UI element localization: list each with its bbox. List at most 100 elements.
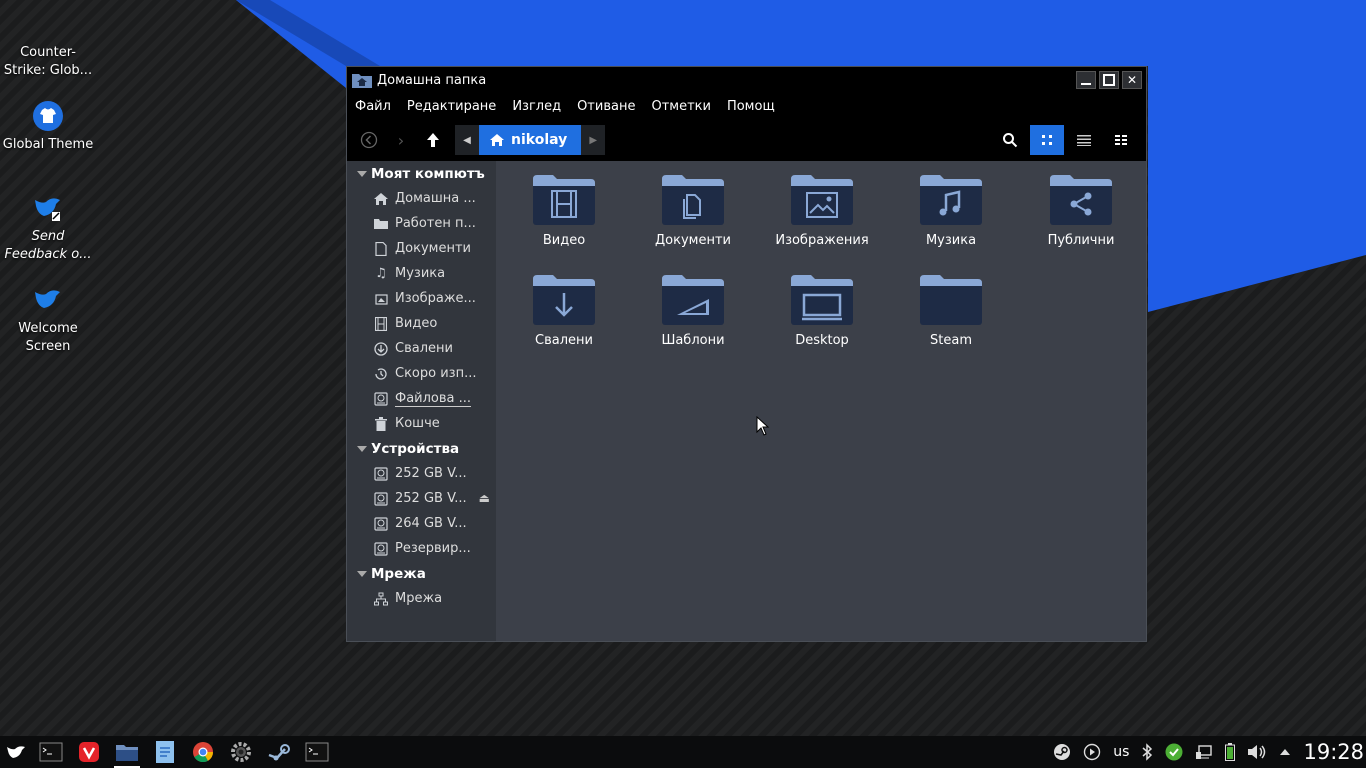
- folder-video[interactable]: Видео: [504, 173, 624, 248]
- titlebar[interactable]: Домашна папка ✕: [347, 67, 1146, 93]
- search-button[interactable]: [993, 125, 1027, 155]
- folder-public[interactable]: Публични: [1021, 173, 1141, 248]
- steam-tray-icon[interactable]: [1053, 743, 1071, 761]
- taskbar-document[interactable]: [148, 736, 182, 768]
- media-play-icon[interactable]: [1083, 743, 1101, 761]
- list-view-button[interactable]: [1067, 125, 1101, 155]
- sidebar-item-label: Работен п...: [395, 216, 476, 231]
- sidebar-item-trash[interactable]: Кошче: [347, 411, 496, 436]
- sidebar-section-my-computer[interactable]: Моят компютъ: [347, 161, 496, 186]
- minimize-button[interactable]: [1076, 71, 1096, 89]
- sidebar-item-label: 264 GB V...: [395, 516, 467, 531]
- sidebar-item-label: Резервир...: [395, 541, 471, 556]
- folder-templates[interactable]: Шаблони: [633, 273, 753, 348]
- drive-icon: [373, 541, 389, 557]
- sidebar-item-documents[interactable]: Документи: [347, 236, 496, 261]
- taskbar-steam[interactable]: [262, 736, 296, 768]
- desktop-icon-counter-strike[interactable]: Counter-Strike: Glob...: [0, 44, 96, 80]
- steam-icon: [268, 744, 290, 761]
- folder-icon: [116, 745, 138, 761]
- sidebar-item-video[interactable]: Видео: [347, 311, 496, 336]
- menu-go[interactable]: Отиване: [569, 99, 643, 114]
- file-view[interactable]: Видео Документи Изображения Музика Публи…: [496, 161, 1146, 641]
- chrome-icon: [193, 742, 214, 763]
- sidebar-item-filesystem[interactable]: Файлова ...: [347, 386, 496, 411]
- sidebar-item-label: Изображе...: [395, 291, 476, 306]
- folder-steam[interactable]: Steam: [891, 273, 1011, 348]
- desktop-icon-send-feedback[interactable]: Send Feedback o...: [0, 192, 96, 264]
- taskbar-settings[interactable]: [224, 736, 258, 768]
- desktop-icon-global-theme[interactable]: Global Theme: [0, 100, 96, 154]
- sidebar-item-volume-2[interactable]: 252 GB V... ⏏: [347, 486, 496, 511]
- folder-images[interactable]: Изображения: [762, 173, 882, 248]
- close-button[interactable]: ✕: [1122, 71, 1142, 89]
- breadcrumb-right-button[interactable]: ▶: [581, 125, 606, 155]
- list-icon: [1077, 135, 1091, 146]
- sidebar-item-volume-1[interactable]: 252 GB V...: [347, 461, 496, 486]
- folder-desktop[interactable]: Desktop: [762, 273, 882, 348]
- template-icon: [662, 275, 724, 325]
- compact-view-button[interactable]: [1104, 125, 1138, 155]
- sidebar-item-recent[interactable]: Скоро изп...: [347, 361, 496, 386]
- drive-icon: [373, 391, 389, 407]
- folder-label: Публични: [1047, 233, 1115, 248]
- drive-icon: [373, 466, 389, 482]
- sidebar-item-home[interactable]: Домашна ...: [347, 186, 496, 211]
- eject-icon[interactable]: ⏏: [479, 491, 490, 505]
- sidebar-section-network[interactable]: Мрежа: [347, 561, 496, 586]
- sidebar-item-volume-3[interactable]: 264 GB V...: [347, 511, 496, 536]
- forward-button[interactable]: ›: [385, 125, 417, 155]
- arrow-up-icon: [427, 133, 439, 147]
- taskbar-chrome[interactable]: [186, 736, 220, 768]
- taskbar-vivaldi[interactable]: [72, 736, 106, 768]
- menu-file[interactable]: Файл: [347, 99, 399, 114]
- sidebar-item-desktop[interactable]: Работен п...: [347, 211, 496, 236]
- music-icon: [920, 175, 982, 225]
- terminal-icon: [39, 742, 63, 762]
- start-menu-button[interactable]: [2, 736, 30, 768]
- toolbar: › ◀ nikolay ▶: [347, 119, 1146, 161]
- folder-label: Desktop: [795, 333, 849, 348]
- up-button[interactable]: [417, 125, 449, 155]
- breadcrumb-home[interactable]: nikolay: [479, 125, 582, 155]
- volume-icon[interactable]: [1247, 743, 1267, 761]
- menu-bookmarks[interactable]: Отметки: [643, 99, 718, 114]
- sidebar-item-music[interactable]: ♫ Музика: [347, 261, 496, 286]
- keyboard-layout-indicator[interactable]: us: [1113, 744, 1129, 760]
- breadcrumb-left-button[interactable]: ◀: [455, 125, 479, 155]
- folder-icon: [373, 216, 389, 232]
- document-icon: [156, 741, 174, 763]
- sidebar-section-devices[interactable]: Устройства: [347, 436, 496, 461]
- sidebar-item-label: Музика: [395, 266, 446, 281]
- clock[interactable]: 19:28: [1303, 740, 1364, 764]
- back-button[interactable]: [353, 125, 385, 155]
- tray-expand-icon[interactable]: [1279, 747, 1291, 757]
- folder-downloads[interactable]: Свалени: [504, 273, 624, 348]
- maximize-button[interactable]: [1099, 71, 1119, 89]
- sidebar-item-images[interactable]: Изображе...: [347, 286, 496, 311]
- home-folder-icon: [351, 71, 373, 89]
- tshirt-icon: [32, 100, 64, 132]
- grid-icon: [1042, 135, 1052, 145]
- update-ok-icon[interactable]: [1165, 743, 1183, 761]
- sidebar-item-label: Свалени: [395, 341, 453, 356]
- icon-view-button[interactable]: [1030, 125, 1064, 155]
- home-icon: [373, 191, 389, 207]
- folder-music[interactable]: Музика: [891, 173, 1011, 248]
- desktop-icon-welcome-screen[interactable]: Welcome Screen: [0, 284, 96, 356]
- menu-edit[interactable]: Редактиране: [399, 99, 504, 114]
- taskbar-file-manager[interactable]: [110, 736, 144, 768]
- taskbar-terminal[interactable]: [34, 736, 68, 768]
- sidebar-item-reserved[interactable]: Резервир...: [347, 536, 496, 561]
- sidebar-item-label: 252 GB V...: [395, 466, 467, 481]
- battery-icon[interactable]: [1225, 743, 1236, 761]
- menu-view[interactable]: Изглед: [504, 99, 569, 114]
- caret-left-icon: ◀: [463, 134, 471, 146]
- taskbar-terminal-2[interactable]: [300, 736, 334, 768]
- sidebar-item-downloads[interactable]: Свалени: [347, 336, 496, 361]
- sidebar-item-network[interactable]: Мрежа: [347, 586, 496, 611]
- folder-documents[interactable]: Документи: [633, 173, 753, 248]
- bluetooth-icon[interactable]: [1141, 743, 1153, 761]
- network-wired-icon[interactable]: [1195, 743, 1213, 761]
- menu-help[interactable]: Помощ: [719, 99, 783, 114]
